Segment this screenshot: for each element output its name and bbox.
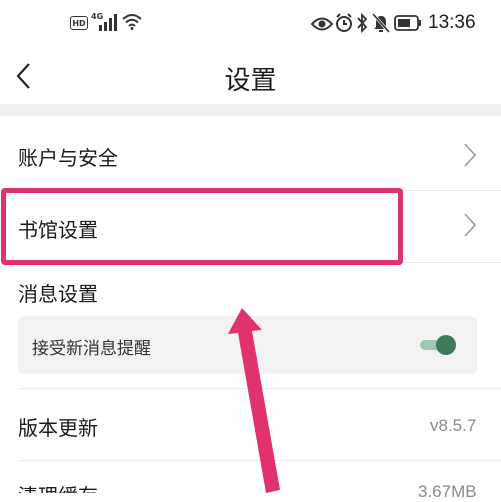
row-label: 清理缓存 — [18, 480, 98, 493]
section-label-message-settings: 消息设置 — [18, 282, 98, 306]
chevron-right-icon — [464, 213, 477, 237]
page-title: 设置 — [224, 66, 277, 96]
highlight-box — [1, 188, 403, 265]
alarm-icon — [336, 13, 352, 32]
bluetooth-icon — [357, 13, 368, 33]
battery-icon — [394, 15, 421, 31]
arrow-annotation — [228, 308, 280, 493]
eye-icon — [311, 17, 333, 31]
toggle-knob — [436, 335, 456, 355]
cache-size-value: 3.67MB — [418, 482, 477, 501]
chevron-right-icon — [464, 143, 477, 167]
signal-icon — [99, 14, 117, 31]
section-divider — [0, 104, 501, 116]
row-label: 接受新消息提醒 — [32, 339, 151, 359]
settings-row-account-security[interactable]: 账户与安全 — [0, 116, 501, 192]
status-bar: HD 4G 13:36 — [0, 0, 501, 50]
status-time: 13:36 — [428, 12, 476, 33]
row-label: 账户与安全 — [18, 146, 118, 170]
wifi-icon — [122, 14, 142, 30]
mute-icon — [372, 13, 390, 33]
hd-badge: HD — [70, 16, 88, 30]
row-label: 版本更新 — [18, 416, 98, 440]
new-message-toggle[interactable] — [420, 334, 456, 356]
version-value: v8.5.7 — [430, 416, 477, 435]
